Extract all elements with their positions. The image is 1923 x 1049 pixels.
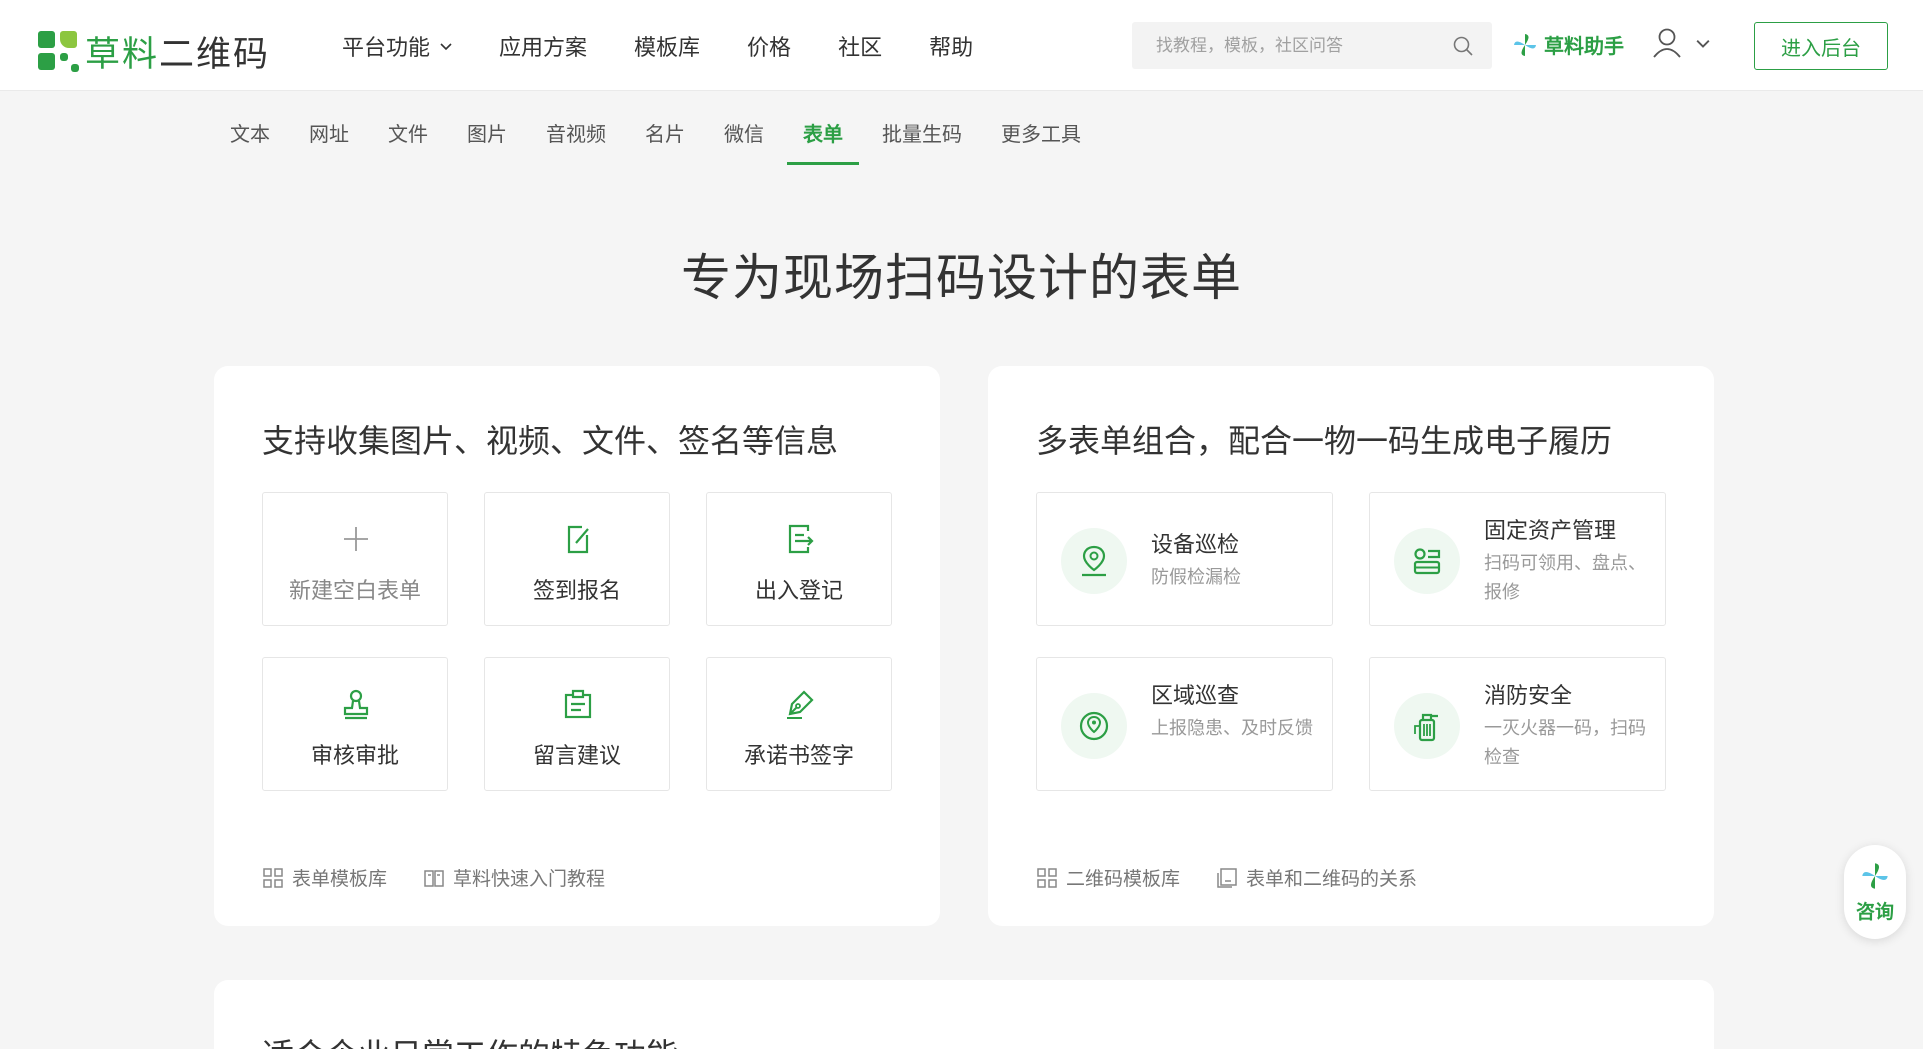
tile-desc: 防假检漏检 [1151, 567, 1241, 588]
tile-title: 区域巡查 [1151, 684, 1240, 709]
icon-circle [1061, 528, 1127, 594]
tile-title: 设备巡检 [1151, 533, 1240, 558]
asset-icon [1413, 548, 1441, 575]
tile-desc: 一灭火器一码，扫码检查 [1484, 718, 1646, 768]
subnav-file[interactable]: 文件 [372, 110, 444, 165]
tile-label: 出入登记 [754, 579, 843, 604]
nav-templates[interactable]: 模板库 [634, 28, 700, 64]
subnav-batch-generate[interactable]: 批量生码 [866, 110, 978, 165]
exit-log-icon [788, 524, 814, 554]
quick-start-tutorial-link[interactable]: 草料快速入门教程 [423, 864, 605, 891]
copy-doc-icon [1217, 867, 1237, 888]
sign-in-register-tile[interactable]: 签到报名 [484, 492, 670, 626]
main-nav: 平台功能 应用方案 模板库 价格 社区 帮助 [342, 28, 1020, 64]
icon-circle [1061, 693, 1127, 759]
pinwheel-icon [1862, 863, 1888, 889]
clipboard-icon [564, 689, 592, 719]
user-icon [1653, 28, 1681, 58]
area-patrol-tile[interactable]: 区域巡查 上报隐患、及时反馈 [1036, 657, 1333, 791]
pinwheel-icon [1514, 33, 1536, 56]
chevron-down-icon [1696, 40, 1710, 48]
qrcode-template-library-link[interactable]: 二维码模板库 [1036, 864, 1180, 891]
form-template-library-link[interactable]: 表单模板库 [262, 864, 387, 891]
search-input[interactable] [1132, 22, 1442, 69]
search-box [1132, 22, 1492, 69]
subnav-audio-video[interactable]: 音视频 [530, 110, 622, 165]
location-pin-icon [1082, 545, 1106, 577]
subnav-form[interactable]: 表单 [787, 110, 859, 165]
book-icon [424, 869, 444, 887]
tool-subnav: 文本 网址 文件 图片 音视频 名片 微信 表单 批量生码 更多工具 [214, 110, 1104, 165]
consult-button[interactable]: 咨询 [1844, 845, 1906, 939]
review-approval-tile[interactable]: 审核审批 [262, 657, 448, 791]
features-section-card: 适合企业日常工作的特色功能 [214, 980, 1714, 1049]
tile-label: 留言建议 [532, 744, 621, 769]
tile-desc: 扫码可领用、盘点、报修 [1484, 553, 1646, 603]
section-title: 适合企业日常工作的特色功能 [262, 1030, 678, 1049]
nav-community[interactable]: 社区 [838, 28, 882, 64]
subnav-text[interactable]: 文本 [214, 110, 286, 165]
logo-mark-icon [38, 31, 79, 72]
card-footer-links: 表单模板库 草料快速入门教程 [262, 864, 641, 891]
subnav-image[interactable]: 图片 [451, 110, 523, 165]
icon-circle [1394, 528, 1460, 594]
user-menu[interactable] [1652, 27, 1710, 59]
entry-exit-log-tile[interactable]: 出入登记 [706, 492, 892, 626]
plus-icon [344, 527, 368, 551]
subnav-business-card[interactable]: 名片 [629, 110, 701, 165]
form-qrcode-relation-link[interactable]: 表单和二维码的关系 [1216, 864, 1417, 891]
tile-label: 新建空白表单 [288, 579, 421, 604]
tile-desc: 上报隐患、及时反馈 [1151, 718, 1313, 739]
nav-solutions[interactable]: 应用方案 [499, 28, 587, 64]
pledge-signing-tile[interactable]: 承诺书签字 [706, 657, 892, 791]
subnav-more-tools[interactable]: 更多工具 [985, 110, 1097, 165]
feedback-suggestion-tile[interactable]: 留言建议 [484, 657, 670, 791]
tile-label: 承诺书签字 [743, 744, 854, 769]
icon-circle [1394, 693, 1460, 759]
grid-icon [1037, 867, 1057, 888]
tile-label: 签到报名 [532, 579, 621, 604]
tile-title: 固定资产管理 [1484, 519, 1617, 544]
nav-pricing[interactable]: 价格 [747, 28, 791, 64]
enter-admin-button[interactable]: 进入后台 [1754, 22, 1888, 70]
tile-title: 消防安全 [1484, 684, 1573, 709]
tile-label: 审核审批 [310, 744, 399, 769]
nav-help[interactable]: 帮助 [929, 28, 973, 64]
new-blank-form-tile[interactable]: 新建空白表单 [262, 492, 448, 626]
search-icon[interactable] [1452, 35, 1474, 57]
logo-text: 草料二维码 [85, 35, 271, 75]
nav-platform-features[interactable]: 平台功能 [342, 28, 452, 64]
form-features-card: 支持收集图片、视频、文件、签名等信息 新建空白表单 签到报名 出入登记 审核审批… [214, 366, 940, 926]
card-title: 多表单组合，配合一物一码生成电子履历 [1036, 422, 1613, 460]
card-title: 支持收集图片、视频、文件、签名等信息 [262, 422, 839, 460]
top-header: 草料二维码 平台功能 应用方案 模板库 价格 社区 帮助 草料助手 进入后台 [0, 0, 1923, 91]
consult-label: 咨询 [1855, 901, 1894, 923]
area-pin-icon [1079, 711, 1109, 741]
subnav-wechat[interactable]: 微信 [708, 110, 780, 165]
edit-note-icon [567, 525, 589, 554]
fixed-asset-management-tile[interactable]: 固定资产管理 扫码可领用、盘点、报修 [1369, 492, 1666, 626]
fire-extinguisher-icon [1414, 713, 1438, 742]
assistant-link[interactable]: 草料助手 [1512, 30, 1624, 59]
card-footer-links: 二维码模板库 表单和二维码的关系 [1036, 864, 1453, 891]
equipment-inspection-tile[interactable]: 设备巡检 防假检漏检 [1036, 492, 1333, 626]
one-item-one-code-card: 多表单组合，配合一物一码生成电子履历 设备巡检 防假检漏检 固定资产管理 扫码可… [988, 366, 1714, 926]
grid-icon [263, 867, 283, 888]
stamp-icon [343, 689, 369, 720]
pen-sign-icon [787, 690, 814, 719]
page-title: 专为现场扫码设计的表单 [681, 249, 1242, 307]
fire-safety-tile[interactable]: 消防安全 一灭火器一码，扫码检查 [1369, 657, 1666, 791]
logo[interactable]: 草料二维码 [38, 26, 270, 77]
subnav-url[interactable]: 网址 [293, 110, 365, 165]
chevron-down-icon [440, 43, 452, 51]
